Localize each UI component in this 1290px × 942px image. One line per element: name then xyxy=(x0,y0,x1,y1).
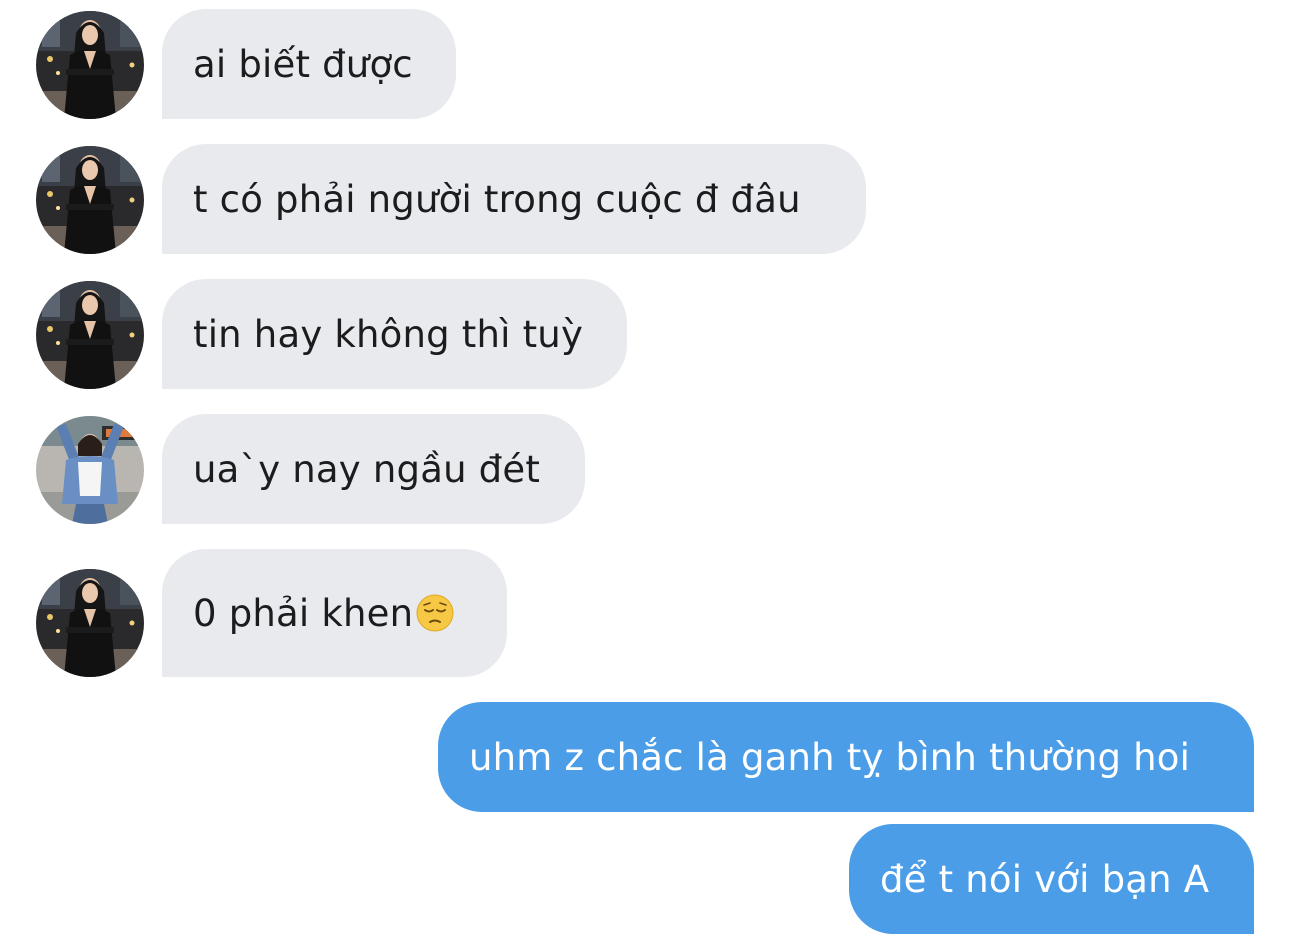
message-text: 0 phải khen xyxy=(193,591,414,635)
message-text: t có phải người trong cuộc đ đâu xyxy=(193,177,801,221)
incoming-message-bubble[interactable]: tin hay không thì tuỳ xyxy=(162,279,627,389)
message-text: tin hay không thì tuỳ xyxy=(193,312,584,356)
message-text: ai biết được xyxy=(193,42,413,86)
message-text: uhm z chắc là ganh tỵ bình thường hoi xyxy=(469,735,1191,779)
incoming-message-bubble[interactable]: ua`y nay ngầu đét xyxy=(162,414,585,524)
sender-avatar[interactable] xyxy=(36,11,144,119)
sender-avatar[interactable] xyxy=(36,569,144,677)
sender-avatar[interactable] xyxy=(36,146,144,254)
incoming-message-bubble[interactable]: ai biết được xyxy=(162,9,456,119)
message-text: ua`y nay ngầu đét xyxy=(193,447,541,491)
incoming-message-bubble[interactable]: 0 phải khen xyxy=(162,549,507,677)
chat-thread: ai biết được t có phải người trong cuộc … xyxy=(0,0,1290,942)
outgoing-message-bubble[interactable]: để t nói với bạn A xyxy=(849,824,1254,934)
sender-avatar[interactable] xyxy=(36,281,144,389)
sender-avatar[interactable] xyxy=(36,416,144,524)
message-text: để t nói với bạn A xyxy=(880,857,1210,901)
pensive-face-emoji xyxy=(415,593,455,633)
incoming-message-bubble[interactable]: t có phải người trong cuộc đ đâu xyxy=(162,144,866,254)
outgoing-message-bubble[interactable]: uhm z chắc là ganh tỵ bình thường hoi xyxy=(438,702,1254,812)
